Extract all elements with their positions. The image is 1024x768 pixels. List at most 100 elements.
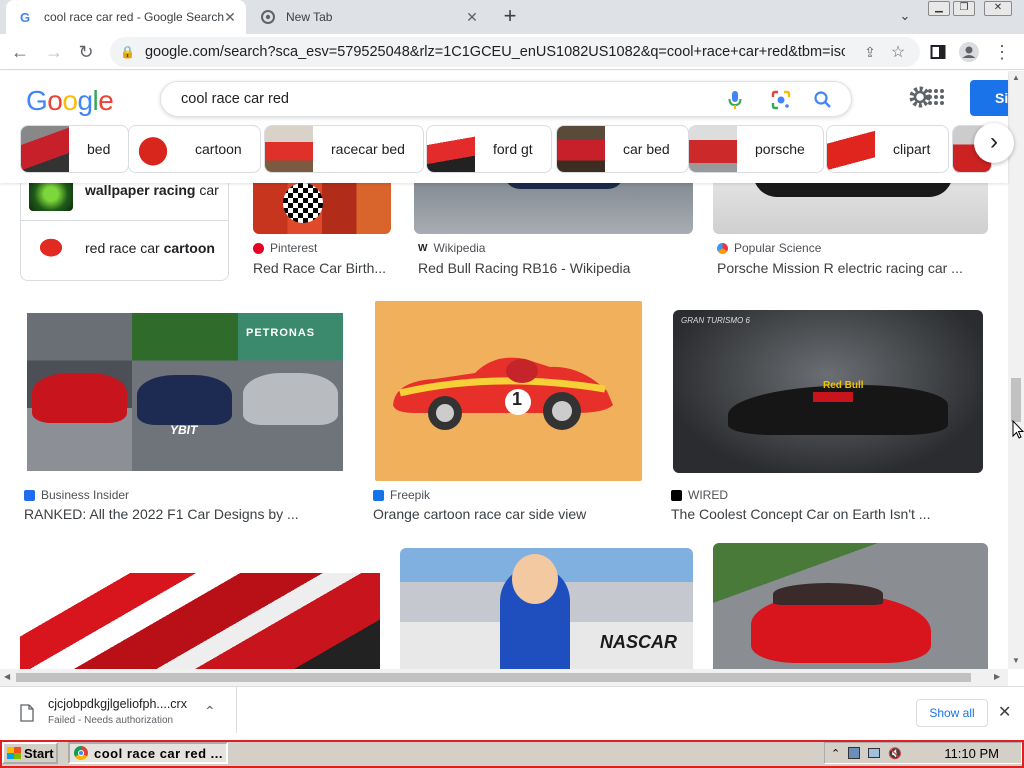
related-search-item[interactable]: red race car cartoon — [21, 222, 228, 280]
search-magnifier-icon[interactable] — [813, 90, 833, 115]
chip-porsche[interactable]: porsche — [688, 125, 824, 173]
share-icon[interactable]: ⇪ — [858, 40, 882, 64]
result-title[interactable]: Orange cartoon race car side view — [373, 506, 586, 522]
side-panel-icon[interactable] — [926, 40, 950, 64]
result-source[interactable]: WIRED — [671, 488, 728, 502]
new-tab-button[interactable]: + — [498, 4, 522, 28]
tab-title: cool race car red - Google Search — [44, 10, 225, 24]
chip-label: car bed — [623, 141, 670, 157]
checkered-flag-graphic — [283, 183, 323, 223]
scroll-left-arrow-icon[interactable]: ◀ — [4, 672, 10, 681]
result-source[interactable]: Business Insider — [24, 488, 129, 502]
result-image-concept-car[interactable]: GRAN TURISMO 6 Red Bull — [673, 310, 983, 473]
google-logo[interactable]: Google — [26, 85, 114, 117]
close-tab-icon[interactable]: ✕ — [464, 9, 480, 25]
forward-arrow-icon[interactable]: → — [42, 40, 66, 64]
horizontal-scroll-thumb[interactable] — [16, 673, 971, 682]
windshield — [773, 583, 883, 605]
close-window-button[interactable]: ✕ — [984, 1, 1012, 16]
taskbar-window-chrome[interactable]: cool race car red ... — [68, 742, 228, 764]
start-button[interactable]: Start — [2, 742, 58, 764]
file-icon — [20, 704, 34, 727]
bookmark-star-icon[interactable]: ☆ — [886, 40, 910, 64]
result-title[interactable]: Porsche Mission R electric racing car ..… — [717, 260, 963, 276]
result-title[interactable]: The Coolest Concept Car on Earth Isn't .… — [671, 506, 930, 522]
chip-car-bed[interactable]: car bed — [556, 125, 689, 173]
svg-text:G: G — [20, 10, 30, 24]
chip-thumbnail — [827, 126, 875, 172]
result-image-nascar-driver[interactable]: NASCAR — [400, 548, 693, 669]
pinterest-icon — [253, 242, 264, 254]
related-search-item[interactable]: wallpaper racing car — [21, 183, 228, 221]
close-download-bar-icon[interactable]: ✕ — [998, 702, 1011, 722]
horizontal-scrollbar[interactable]: ◀ ▶ — [0, 669, 1008, 686]
restore-button[interactable]: ❐ — [953, 1, 975, 16]
chip-cartoon[interactable]: cartoon — [128, 125, 261, 173]
google-apps-grid-icon[interactable] — [926, 87, 946, 112]
result-image-porsche-mission-r[interactable] — [713, 183, 988, 234]
sign-in-button[interactable]: Si — [970, 80, 1008, 116]
tab-new-tab[interactable]: New Tab ✕ — [248, 0, 488, 34]
google-header: Google cool race car red Si bed cartoon — [0, 71, 1014, 183]
gt6-logo-text: GRAN TURISMO 6 — [681, 316, 750, 325]
result-title[interactable]: Red Race Car Birth... — [253, 260, 386, 276]
vertical-scroll-thumb[interactable] — [1011, 378, 1021, 422]
tab-google-search[interactable]: G cool race car red - Google Search ✕ — [6, 0, 246, 34]
google-lens-icon[interactable] — [771, 90, 791, 115]
vertical-scrollbar[interactable]: ▲ ▼ — [1008, 71, 1024, 669]
result-source[interactable]: Freepik — [373, 488, 430, 502]
result-image-birthday[interactable] — [253, 183, 391, 234]
result-image-red-lamborghini[interactable] — [713, 543, 988, 669]
chips-next-chevron-icon[interactable]: › — [974, 123, 1014, 163]
minimize-button[interactable]: ▁ — [928, 1, 950, 16]
driver-face — [512, 554, 558, 604]
display-icon[interactable] — [868, 748, 881, 758]
chip-label: clipart — [893, 141, 931, 157]
tray-expand-icon[interactable]: ⌃ — [831, 747, 840, 760]
chip-thumbnail — [427, 126, 475, 172]
result-image-orange-cartoon-car[interactable]: 1 — [375, 301, 642, 481]
result-title[interactable]: Red Bull Racing RB16 - Wikipedia — [418, 260, 630, 276]
result-source[interactable]: W Wikipedia — [418, 241, 485, 255]
network-icon[interactable] — [848, 747, 861, 759]
scroll-right-arrow-icon[interactable]: ▶ — [994, 672, 1000, 681]
result-source[interactable]: Popular Science — [717, 241, 821, 255]
address-bar[interactable]: 🔒 google.com/search?sca_esv=579525048&rl… — [110, 37, 920, 67]
search-query[interactable]: cool race car red — [181, 91, 289, 107]
reload-icon[interactable]: ↻ — [74, 40, 98, 64]
mercedes-panel: PETRONAS — [238, 313, 343, 471]
result-source[interactable]: Pinterest — [253, 241, 317, 255]
clock[interactable]: 11:10 PM — [944, 746, 999, 761]
chip-racecar-bed[interactable]: racecar bed — [264, 125, 424, 173]
menu-kebab-icon[interactable]: ⋮ — [990, 40, 1014, 64]
chip-clipart[interactable]: clipart — [826, 125, 950, 173]
download-filename[interactable]: cjcjobpdkgjlgeliofph....crx — [48, 697, 187, 711]
car-graphic — [504, 183, 624, 189]
back-arrow-icon[interactable]: ← — [8, 40, 32, 64]
windows-logo-icon — [7, 747, 21, 759]
search-box[interactable]: cool race car red — [160, 81, 852, 117]
lock-icon: 🔒 — [120, 45, 135, 59]
scroll-up-arrow-icon[interactable]: ▲ — [1012, 73, 1020, 82]
microphone-icon[interactable] — [727, 90, 743, 115]
tab-search-chevron-icon[interactable]: ⌄ — [896, 8, 914, 26]
close-tab-icon[interactable]: ✕ — [222, 9, 238, 25]
result-title[interactable]: RANKED: All the 2022 F1 Car Designs by .… — [24, 506, 299, 522]
result-image-red-abstract[interactable] — [20, 573, 380, 669]
download-options-chevron-icon[interactable]: ⌃ — [204, 703, 216, 720]
wired-icon — [671, 489, 682, 501]
show-all-button[interactable]: Show all — [916, 699, 988, 727]
chip-thumbnail — [265, 126, 313, 172]
ferrari-panel — [27, 313, 132, 471]
tab-strip: G cool race car red - Google Search ✕ Ne… — [0, 0, 1024, 34]
volume-icon[interactable]: 🔇 — [888, 747, 902, 760]
result-image-redbull-rb16[interactable] — [414, 183, 693, 234]
profile-avatar-icon[interactable] — [957, 40, 981, 64]
scroll-down-arrow-icon[interactable]: ▼ — [1012, 656, 1020, 665]
cartoon-car-graphic — [393, 357, 613, 430]
result-image-f1-2022-designs[interactable]: YBIT PETRONAS — [20, 306, 350, 478]
chip-bed[interactable]: bed — [20, 125, 130, 173]
download-bar: cjcjobpdkgjlgeliofph....crx Failed - Nee… — [0, 686, 1024, 740]
related-searches-box: wallpaper racing car red race car cartoo… — [20, 183, 229, 281]
chip-ford-gt[interactable]: ford gt — [426, 125, 552, 173]
